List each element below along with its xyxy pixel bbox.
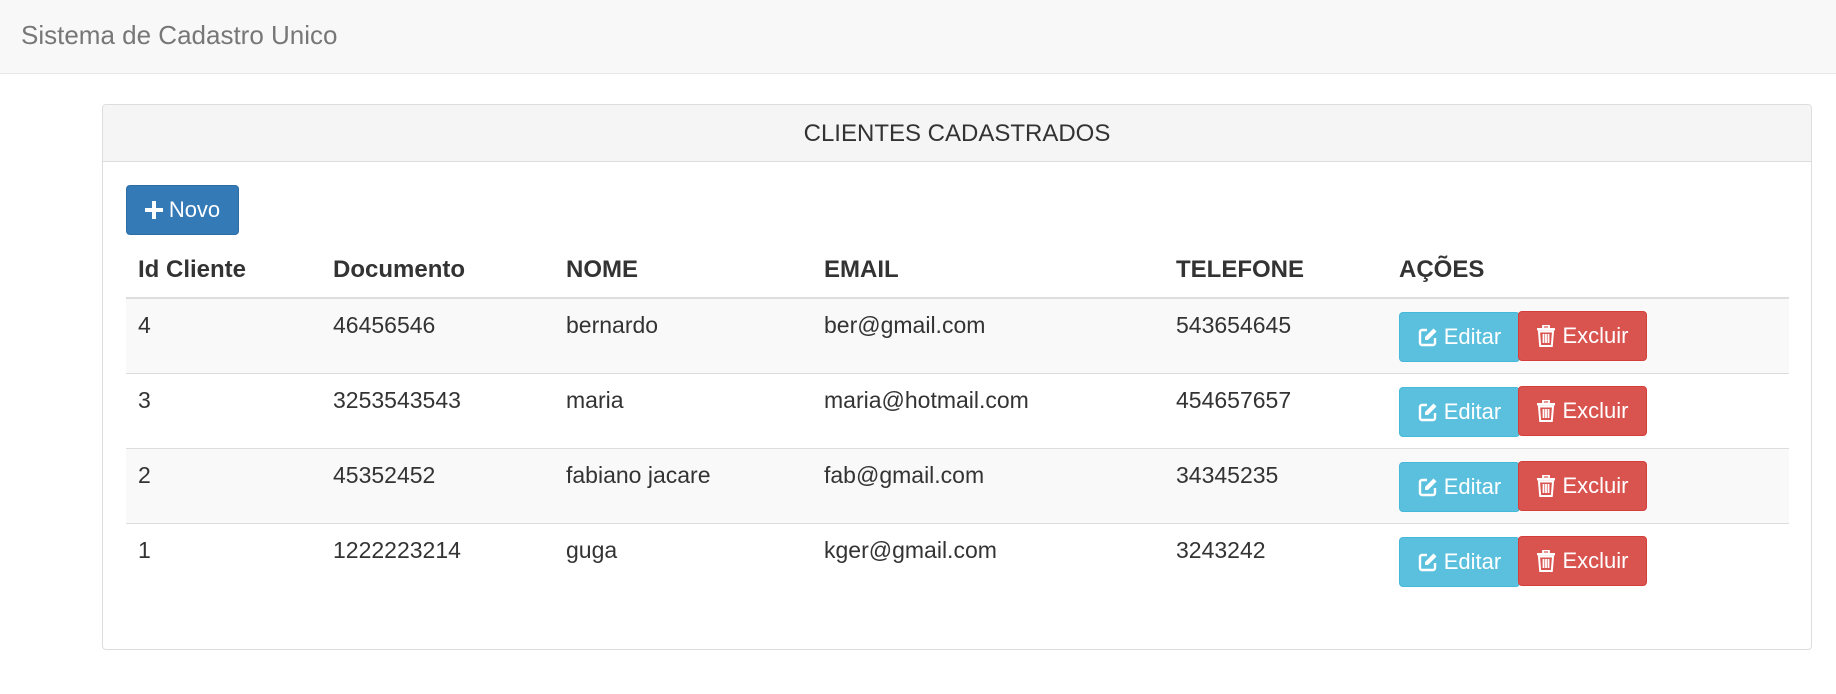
cell-id: 2 bbox=[126, 447, 321, 523]
plus-icon bbox=[144, 201, 163, 219]
table-row: 2 45352452 fabiano jacare fab@gmail.com … bbox=[126, 447, 1789, 523]
trash-icon bbox=[1536, 399, 1556, 422]
clients-table: Id Cliente Documento NOME EMAIL TELEFONE… bbox=[126, 242, 1789, 598]
edit-icon bbox=[1418, 477, 1438, 497]
header-telefone: TELEFONE bbox=[1164, 242, 1387, 299]
edit-button[interactable]: Editar bbox=[1399, 536, 1520, 587]
header-email: EMAIL bbox=[812, 242, 1164, 299]
table-row: 4 46456546 bernardo ber@gmail.com 543654… bbox=[126, 298, 1789, 373]
cell-id: 3 bbox=[126, 372, 321, 448]
edit-label: Editar bbox=[1443, 473, 1502, 499]
edit-button[interactable]: Editar bbox=[1399, 461, 1520, 512]
cell-id: 4 bbox=[126, 298, 321, 373]
edit-button[interactable]: Editar bbox=[1399, 386, 1520, 437]
delete-label: Excluir bbox=[1562, 323, 1629, 348]
table-header-row: Id Cliente Documento NOME EMAIL TELEFONE… bbox=[126, 242, 1789, 299]
cell-documento: 1222223214 bbox=[321, 522, 554, 598]
cell-nome: fabiano jacare bbox=[554, 447, 812, 523]
delete-button[interactable]: Excluir bbox=[1518, 385, 1647, 436]
cell-telefone: 543654645 bbox=[1164, 298, 1387, 373]
panel-title: CLIENTES CADASTRADOS bbox=[103, 105, 1811, 162]
cell-id: 1 bbox=[126, 522, 321, 598]
table-row: 3 3253543543 maria maria@hotmail.com 454… bbox=[126, 372, 1789, 448]
edit-icon bbox=[1418, 327, 1438, 347]
header-id: Id Cliente bbox=[126, 242, 321, 299]
new-client-label: Novo bbox=[168, 197, 221, 222]
cell-documento: 3253543543 bbox=[321, 372, 554, 448]
cell-email: maria@hotmail.com bbox=[812, 372, 1164, 448]
edit-label: Editar bbox=[1443, 324, 1502, 349]
navbar: Sistema de Cadastro Unico bbox=[0, 0, 1836, 74]
delete-button[interactable]: Excluir bbox=[1518, 535, 1647, 586]
trash-icon bbox=[1536, 549, 1556, 572]
cell-email: kger@gmail.com bbox=[812, 522, 1164, 598]
clients-panel: CLIENTES CADASTRADOS Novo Id Cliente Doc… bbox=[102, 104, 1812, 650]
delete-button[interactable]: Excluir bbox=[1518, 460, 1647, 511]
edit-icon bbox=[1418, 552, 1438, 572]
cell-actions: Editar Excluir bbox=[1387, 447, 1789, 523]
cell-documento: 45352452 bbox=[321, 447, 554, 523]
header-documento: Documento bbox=[321, 242, 554, 299]
cell-documento: 46456546 bbox=[321, 298, 554, 373]
header-nome: NOME bbox=[554, 242, 812, 299]
cell-telefone: 34345235 bbox=[1164, 447, 1387, 523]
cell-actions: Editar Excluir bbox=[1387, 298, 1789, 373]
delete-label: Excluir bbox=[1562, 397, 1629, 423]
cell-actions: Editar Excluir bbox=[1387, 372, 1789, 448]
cell-email: ber@gmail.com bbox=[812, 298, 1164, 373]
cell-email: fab@gmail.com bbox=[812, 447, 1164, 523]
edit-label: Editar bbox=[1443, 398, 1502, 424]
edit-label: Editar bbox=[1443, 548, 1502, 574]
delete-button[interactable]: Excluir bbox=[1518, 311, 1647, 361]
edit-icon bbox=[1418, 402, 1438, 422]
cell-nome: bernardo bbox=[554, 298, 812, 373]
cell-nome: guga bbox=[554, 522, 812, 598]
header-acoes: AÇÕES bbox=[1387, 242, 1789, 299]
table-body: 4 46456546 bernardo ber@gmail.com 543654… bbox=[126, 298, 1789, 598]
cell-telefone: 454657657 bbox=[1164, 372, 1387, 448]
trash-icon bbox=[1536, 474, 1556, 497]
cell-nome: maria bbox=[554, 372, 812, 448]
navbar-brand[interactable]: Sistema de Cadastro Unico bbox=[21, 20, 337, 50]
delete-label: Excluir bbox=[1562, 472, 1629, 498]
delete-label: Excluir bbox=[1562, 547, 1629, 573]
cell-actions: Editar Excluir bbox=[1387, 522, 1789, 598]
new-client-button[interactable]: Novo bbox=[126, 185, 239, 235]
table-row: 1 1222223214 guga kger@gmail.com 3243242… bbox=[126, 522, 1789, 598]
trash-icon bbox=[1536, 325, 1556, 347]
edit-button[interactable]: Editar bbox=[1399, 312, 1520, 362]
cell-telefone: 3243242 bbox=[1164, 522, 1387, 598]
